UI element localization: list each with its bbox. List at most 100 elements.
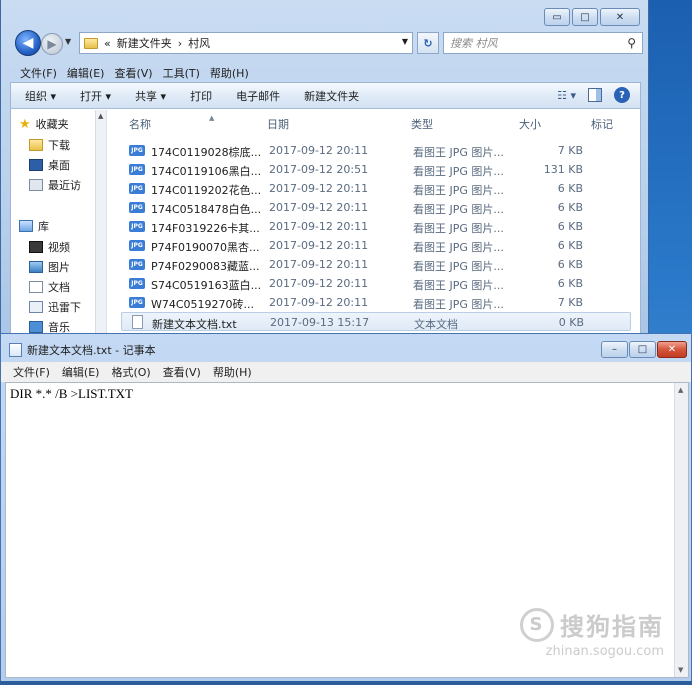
notepad-scrollbar[interactable]: ▲ ▼ <box>674 383 688 677</box>
notepad-text-area[interactable]: DIR *.* /B >LIST.TXT ▲ ▼ S 搜狗指南 zhinan.s… <box>5 382 689 678</box>
nav-item-favorites[interactable]: ★ 收藏夹 <box>19 116 69 132</box>
scroll-down-icon[interactable]: ▼ <box>678 666 683 674</box>
nav-item-documents[interactable]: 文档 <box>29 279 70 295</box>
notepad-titlebar[interactable]: 新建文本文档.txt - 记事本 <box>9 342 156 358</box>
breadcrumb-separator[interactable]: › <box>178 37 182 50</box>
file-size: 131 KB <box>543 163 583 176</box>
menu-tools[interactable]: 工具(T) <box>158 63 205 83</box>
change-view-icon[interactable]: ☷ ▾ <box>557 89 576 102</box>
np-menu-edit[interactable]: 编辑(E) <box>56 364 106 380</box>
navigation-pane: ★ 收藏夹 下载 桌面 最近访 库 视频 图片 文档 迅雷下 音乐 ▲ <box>11 110 107 340</box>
close-button[interactable]: ✕ <box>600 8 640 26</box>
print-button[interactable]: 打印 <box>190 88 212 104</box>
file-row[interactable]: JPG S74C0519163蓝白... 2017-09-12 20:11 看图… <box>121 274 631 293</box>
open-button[interactable]: 打开 ▾ <box>80 88 111 104</box>
menu-help[interactable]: 帮助(H) <box>205 63 254 83</box>
maximize-button[interactable]: □ <box>572 8 598 26</box>
nav-label: 桌面 <box>48 159 70 172</box>
notepad-maximize-button[interactable]: □ <box>629 341 656 358</box>
email-button[interactable]: 电子邮件 <box>236 88 280 104</box>
np-menu-file[interactable]: 文件(F) <box>7 364 56 380</box>
column-header-type[interactable]: 类型 <box>411 116 433 132</box>
explorer-menubar: 文件(F) 编辑(E) 查看(V) 工具(T) 帮助(H) <box>15 63 254 83</box>
preview-pane-icon[interactable] <box>588 88 602 102</box>
nav-item-libraries[interactable]: 库 <box>19 218 49 234</box>
breadcrumb-item[interactable]: 村风 <box>188 35 210 51</box>
forward-button[interactable]: ▶ <box>41 33 63 55</box>
jpg-file-icon: JPG <box>129 183 145 194</box>
file-row[interactable]: JPG 174F0319226卡其... 2017-09-12 20:11 看图… <box>121 217 631 236</box>
file-name: P74F0190070黑杏... <box>151 241 260 254</box>
search-icon[interactable]: ⚲ <box>627 36 636 50</box>
scroll-up-icon[interactable]: ▲ <box>98 112 103 120</box>
search-input[interactable]: 搜索 村风 ⚲ <box>443 32 643 54</box>
command-bar: 组织 ▾ 打开 ▾ 共享 ▾ 打印 电子邮件 新建文件夹 ☷ ▾ ? <box>11 83 640 109</box>
column-header-size[interactable]: 大小 <box>519 116 541 132</box>
nav-item-desktop[interactable]: 桌面 <box>29 157 70 173</box>
refresh-button[interactable]: ↻ <box>417 32 439 54</box>
breadcrumb-item[interactable]: 新建文件夹 <box>117 35 172 51</box>
minimize-button[interactable]: ▭ <box>544 8 570 26</box>
star-icon: ★ <box>19 116 31 132</box>
file-date: 2017-09-13 15:17 <box>270 316 370 329</box>
folder-icon <box>84 37 98 49</box>
np-menu-help[interactable]: 帮助(H) <box>207 364 258 380</box>
nav-item-videos[interactable]: 视频 <box>29 239 70 255</box>
organize-button[interactable]: 组织 ▾ <box>25 88 56 104</box>
nav-item-downloads[interactable]: 下载 <box>29 137 70 153</box>
file-row[interactable]: JPG P74F0190070黑杏... 2017-09-12 20:11 看图… <box>121 236 631 255</box>
menu-edit[interactable]: 编辑(E) <box>62 63 110 83</box>
help-icon[interactable]: ? <box>614 87 630 103</box>
file-date: 2017-09-12 20:11 <box>269 182 369 195</box>
file-row[interactable]: JPG 174C0119106黑白... 2017-09-12 20:51 看图… <box>121 160 631 179</box>
taskbar-edge <box>0 681 692 685</box>
notepad-minimize-button[interactable]: – <box>601 341 628 358</box>
nav-item-pictures[interactable]: 图片 <box>29 259 70 275</box>
explorer-caption-buttons: ▭ □ ✕ <box>544 8 640 26</box>
np-menu-view[interactable]: 查看(V) <box>157 364 207 380</box>
file-row[interactable]: JPG 174C0119202花色... 2017-09-12 20:11 看图… <box>121 179 631 198</box>
np-menu-format[interactable]: 格式(O) <box>105 364 156 380</box>
back-button[interactable]: ◀ <box>15 30 41 56</box>
file-row[interactable]: JPG P74F0290083藏蓝... 2017-09-12 20:11 看图… <box>121 255 631 274</box>
address-row: ◀ ▶ ▼ « 新建文件夹 › 村风 ▼ ↻ 搜索 村风 ⚲ <box>15 30 643 56</box>
file-row[interactable]: JPG 174C0518478白色... 2017-09-12 20:11 看图… <box>121 198 631 217</box>
new-folder-button[interactable]: 新建文件夹 <box>304 88 359 104</box>
scroll-up-icon[interactable]: ▲ <box>678 386 683 394</box>
jpg-file-icon: JPG <box>129 164 145 175</box>
file-row[interactable]: JPG W74C0519270砖... 2017-09-12 20:11 看图王… <box>121 293 631 312</box>
file-name: 174C0119028棕底... <box>151 146 262 159</box>
file-date: 2017-09-12 20:11 <box>269 239 369 252</box>
file-name: P74F0290083藏蓝... <box>151 260 260 273</box>
notepad-window: 新建文本文档.txt - 记事本 – □ ✕ 文件(F) 编辑(E) 格式(O)… <box>0 333 692 685</box>
nav-label: 下载 <box>48 139 70 152</box>
watermark-text: 搜狗指南 <box>560 613 664 641</box>
address-dropdown-icon[interactable]: ▼ <box>402 37 408 46</box>
jpg-file-icon: JPG <box>129 221 145 232</box>
nav-scrollbar[interactable]: ▲ <box>95 110 106 340</box>
address-prefix[interactable]: « <box>104 37 111 50</box>
column-header-tags[interactable]: 标记 <box>591 116 613 132</box>
watermark: S 搜狗指南 zhinan.sogou.com <box>520 607 664 659</box>
menu-view[interactable]: 查看(V) <box>109 63 157 83</box>
column-header-name[interactable]: 名称 ▲ <box>129 114 214 132</box>
share-button[interactable]: 共享 ▾ <box>135 88 166 104</box>
menu-file[interactable]: 文件(F) <box>15 63 62 83</box>
address-bar[interactable]: « 新建文件夹 › 村风 ▼ <box>79 32 413 54</box>
file-row[interactable]: JPG 174C0119028棕底... 2017-09-12 20:11 看图… <box>121 141 631 160</box>
file-name: 174C0518478白色... <box>151 203 262 216</box>
nav-item-recent[interactable]: 最近访 <box>29 177 81 193</box>
nav-label: 最近访 <box>48 179 81 192</box>
recent-pages-chevron-icon[interactable]: ▼ <box>65 37 71 46</box>
thunder-download-icon <box>29 301 43 313</box>
notepad-title: 新建文本文档.txt - 记事本 <box>27 344 156 357</box>
sogou-logo-icon: S <box>520 607 554 642</box>
pictures-library-icon <box>29 261 43 273</box>
notepad-content[interactable]: DIR *.* /B >LIST.TXT <box>10 386 133 402</box>
nav-item-thunder[interactable]: 迅雷下 <box>29 299 81 315</box>
column-header-date[interactable]: 日期 <box>267 116 289 132</box>
file-size: 6 KB <box>557 182 583 195</box>
file-row-selected[interactable]: 新建文本文档.txt 2017-09-13 15:17 文本文档 0 KB <box>121 312 631 331</box>
notepad-close-button[interactable]: ✕ <box>657 341 687 358</box>
explorer-content: 组织 ▾ 打开 ▾ 共享 ▾ 打印 电子邮件 新建文件夹 ☷ ▾ ? ★ 收藏夹… <box>10 82 641 340</box>
